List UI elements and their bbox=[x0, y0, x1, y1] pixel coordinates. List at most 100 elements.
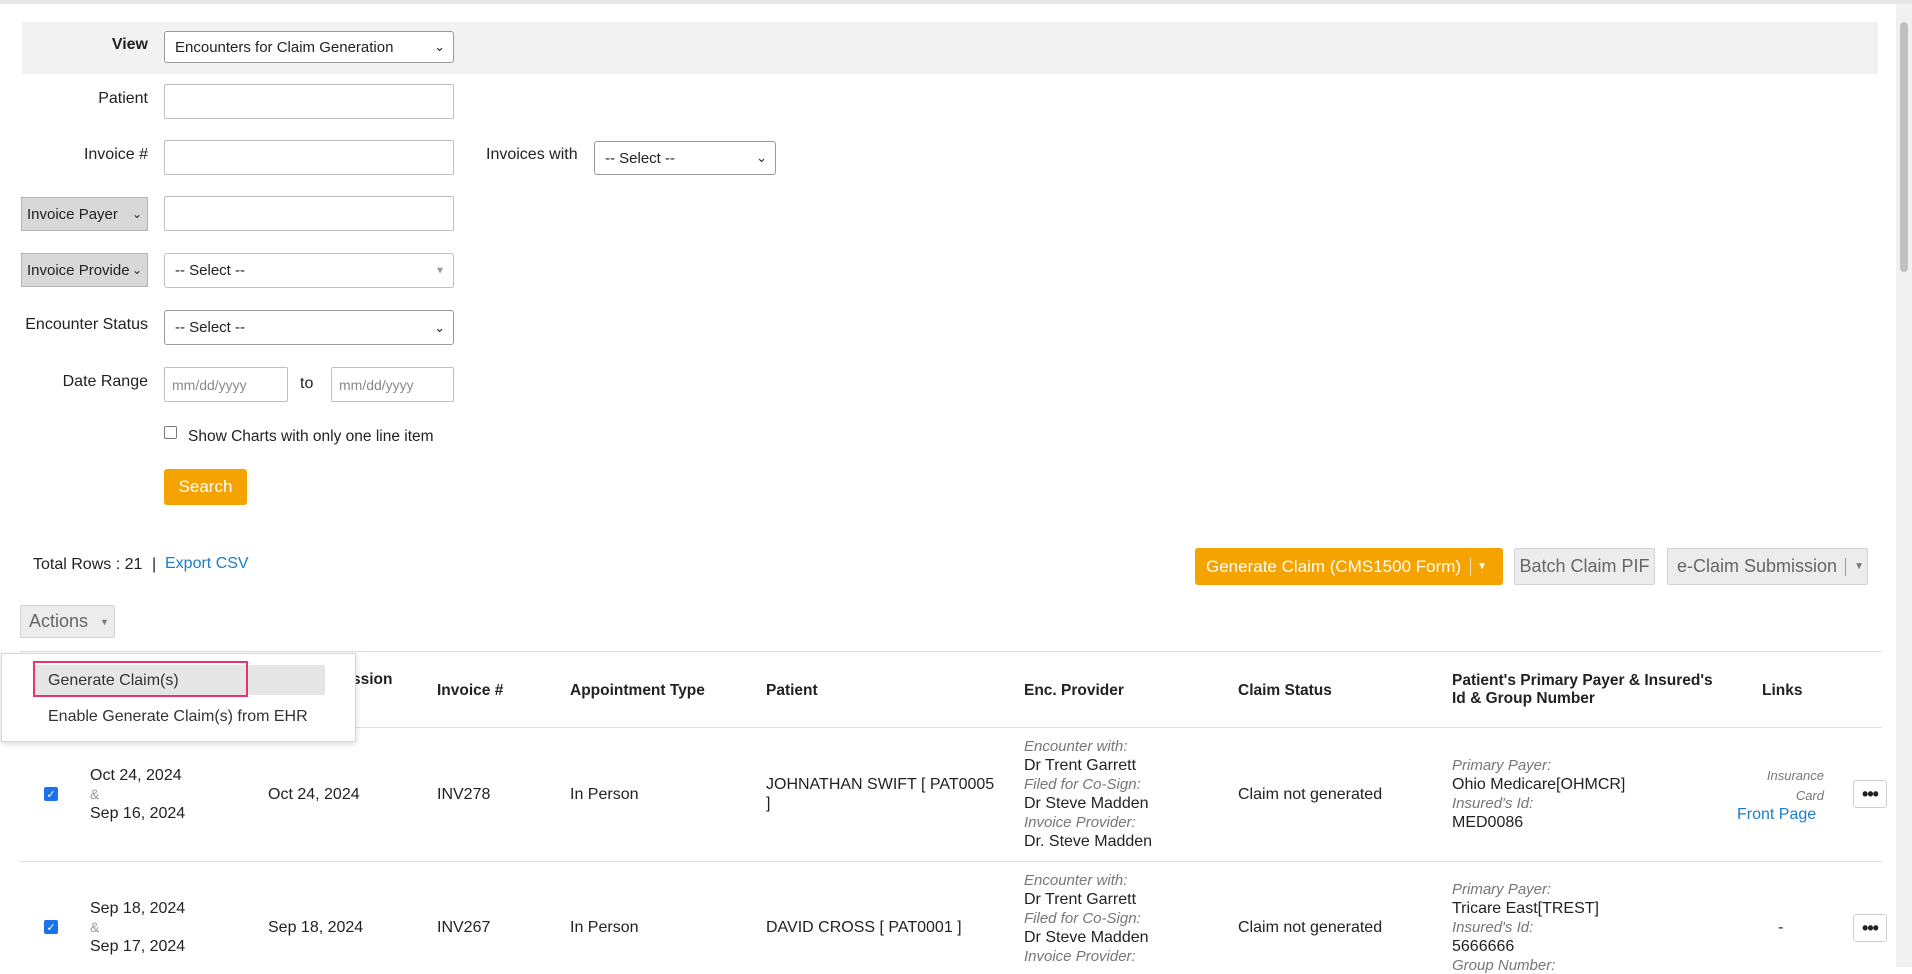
row-more-button[interactable]: ••• bbox=[1853, 914, 1887, 942]
row-inv-provider: Dr. Steve Madden bbox=[1024, 833, 1153, 850]
row-amp: & bbox=[90, 919, 100, 935]
total-rows-label: Total Rows : 21 bbox=[33, 556, 143, 573]
header-invoice: Invoice # bbox=[437, 682, 504, 699]
row-claim-status: Claim not generated bbox=[1238, 786, 1383, 803]
batch-claim-button[interactable]: Batch Claim PIF bbox=[1514, 548, 1655, 585]
row-enc-with-label: Encounter with: bbox=[1024, 872, 1128, 889]
row-insured-id-label: Insured's Id: bbox=[1452, 919, 1534, 936]
row-admission: Oct 24, 2024 bbox=[268, 786, 360, 803]
to-label: to bbox=[300, 375, 314, 392]
row-checkbox[interactable]: ✓ bbox=[44, 787, 58, 801]
row-insured-id: 5666666 bbox=[1452, 938, 1515, 955]
insurance-card-line2: Card bbox=[1795, 788, 1824, 803]
toolbar-separator: | bbox=[152, 556, 157, 573]
one-line-checkbox[interactable] bbox=[164, 426, 177, 439]
header-claim-status: Claim Status bbox=[1238, 682, 1332, 699]
export-csv-link[interactable]: Export CSV bbox=[165, 555, 249, 573]
generate-claim-button[interactable]: Generate Claim (CMS1500 Form) ▼ bbox=[1195, 548, 1503, 585]
payer-type-select[interactable]: Invoice Payer ⌄ bbox=[21, 197, 148, 231]
caret-down-icon[interactable]: ▼ bbox=[1477, 561, 1487, 572]
view-select-value: Encounters for Claim Generation bbox=[175, 38, 394, 56]
menu-item-enable-ehr[interactable]: Enable Generate Claim(s) from EHR bbox=[48, 708, 308, 726]
row-enc-with: Dr Trent Garrett bbox=[1024, 757, 1137, 774]
chevron-down-icon: ⌄ bbox=[434, 319, 445, 335]
scrollbar-thumb[interactable] bbox=[1900, 22, 1908, 272]
actions-dropdown-menu: Generate Claim(s) Enable Generate Claim(… bbox=[1, 653, 356, 742]
row-inv-provider-label: Invoice Provider: bbox=[1024, 948, 1136, 965]
invoices-with-label: Invoices with bbox=[486, 146, 578, 163]
eclaim-button[interactable]: e-Claim Submission ▼ bbox=[1667, 548, 1868, 585]
header-patient: Patient bbox=[766, 682, 818, 699]
row-patient-line1: DAVID CROSS [ PAT0001 ] bbox=[766, 919, 962, 936]
one-line-label: Show Charts with only one line item bbox=[188, 428, 434, 445]
patient-label: Patient bbox=[98, 90, 148, 107]
scrollbar-track[interactable] bbox=[1896, 4, 1912, 967]
provider-type-value: Invoice Provider bbox=[27, 261, 135, 279]
row-date2: Sep 17, 2024 bbox=[90, 938, 186, 955]
row-patient-line1: JOHNATHAN SWIFT [ PAT0005 bbox=[766, 776, 995, 793]
row-cosign-label: Filed for Co-Sign: bbox=[1024, 910, 1141, 927]
encounter-status-value: -- Select -- bbox=[175, 319, 246, 336]
date-range-label: Date Range bbox=[62, 373, 148, 390]
payer-type-value: Invoice Payer bbox=[27, 205, 118, 223]
payer-input[interactable] bbox=[164, 196, 454, 231]
actions-label: Actions bbox=[29, 611, 89, 631]
row-invoice: INV267 bbox=[437, 919, 491, 936]
row-primary-payer: Ohio Medicare[OHMCR] bbox=[1452, 776, 1626, 793]
invoice-input[interactable] bbox=[164, 140, 454, 175]
row-cosign: Dr Steve Madden bbox=[1024, 929, 1149, 946]
split-divider bbox=[1470, 557, 1472, 576]
caret-down-icon[interactable]: ▼ bbox=[1854, 561, 1864, 572]
row-cosign-label: Filed for Co-Sign: bbox=[1024, 776, 1141, 793]
insurance-card-link[interactable]: Insurance Card bbox=[1740, 766, 1824, 806]
row-inv-provider-label: Invoice Provider: bbox=[1024, 814, 1136, 831]
row-primary-payer-label: Primary Payer: bbox=[1452, 881, 1552, 898]
invoices-with-value: -- Select -- bbox=[605, 149, 676, 167]
actions-button[interactable]: Actions ▼ bbox=[20, 605, 115, 638]
row-enc-with-label: Encounter with: bbox=[1024, 738, 1128, 755]
row-primary-payer-label: Primary Payer: bbox=[1452, 757, 1552, 774]
row-links-empty: - bbox=[1778, 919, 1784, 936]
row-insured-id: MED0086 bbox=[1452, 814, 1524, 831]
header-admission: ssion bbox=[352, 671, 393, 688]
caret-down-icon: ▼ bbox=[100, 616, 109, 627]
encounter-status-select[interactable]: -- Select -- ⌄ bbox=[164, 310, 454, 345]
row-date1: Oct 24, 2024 bbox=[90, 767, 182, 784]
caret-down-icon: ▼ bbox=[435, 265, 445, 276]
encounter-status-label: Encounter Status bbox=[25, 316, 148, 333]
eclaim-label: e-Claim Submission bbox=[1677, 556, 1838, 576]
top-border bbox=[0, 0, 1912, 4]
date-to-placeholder: mm/dd/yyyy bbox=[339, 376, 414, 393]
split-divider bbox=[1845, 557, 1847, 576]
front-page-link[interactable]: Front Page bbox=[1737, 806, 1816, 824]
invoices-with-select[interactable]: -- Select -- ⌄ bbox=[594, 141, 776, 175]
header-links: Links bbox=[1762, 682, 1803, 699]
search-button[interactable]: Search bbox=[164, 469, 247, 505]
row-date1: Sep 18, 2024 bbox=[90, 900, 186, 917]
date-to-input[interactable]: mm/dd/yyyy bbox=[331, 367, 454, 402]
row-divider bbox=[20, 861, 1882, 862]
date-from-placeholder: mm/dd/yyyy bbox=[172, 376, 247, 393]
patient-input[interactable] bbox=[164, 84, 454, 119]
row-insured-id-label: Insured's Id: bbox=[1452, 795, 1534, 812]
view-label: View bbox=[111, 36, 148, 53]
view-select[interactable]: Encounters for Claim Generation ⌄ bbox=[164, 31, 454, 63]
generate-claim-label: Generate Claim (CMS1500 Form) bbox=[1206, 556, 1462, 576]
menu-item-generate-claims[interactable]: Generate Claim(s) bbox=[33, 661, 325, 697]
batch-claim-label: Batch Claim PIF bbox=[1519, 556, 1650, 576]
menu-item-generate-claims-label: Generate Claim(s) bbox=[48, 672, 179, 689]
row-enc-with: Dr Trent Garrett bbox=[1024, 891, 1137, 908]
row-invoice: INV278 bbox=[437, 786, 491, 803]
row-patient-line2: ] bbox=[766, 795, 771, 812]
header-payer-line2: Id & Group Number bbox=[1452, 690, 1595, 707]
row-primary-payer: Tricare East[TREST] bbox=[1452, 900, 1599, 917]
date-from-input[interactable]: mm/dd/yyyy bbox=[164, 367, 288, 402]
row-more-button[interactable]: ••• bbox=[1853, 780, 1887, 808]
row-group-number-label: Group Number: bbox=[1452, 957, 1556, 974]
provider-select[interactable]: -- Select -- ▼ bbox=[164, 253, 454, 288]
table-top-border bbox=[20, 651, 1882, 652]
row-checkbox[interactable]: ✓ bbox=[44, 920, 58, 934]
row-cosign: Dr Steve Madden bbox=[1024, 795, 1149, 812]
header-enc-provider: Enc. Provider bbox=[1024, 682, 1124, 699]
provider-type-select[interactable]: Invoice Provider ⌄ bbox=[21, 253, 148, 287]
